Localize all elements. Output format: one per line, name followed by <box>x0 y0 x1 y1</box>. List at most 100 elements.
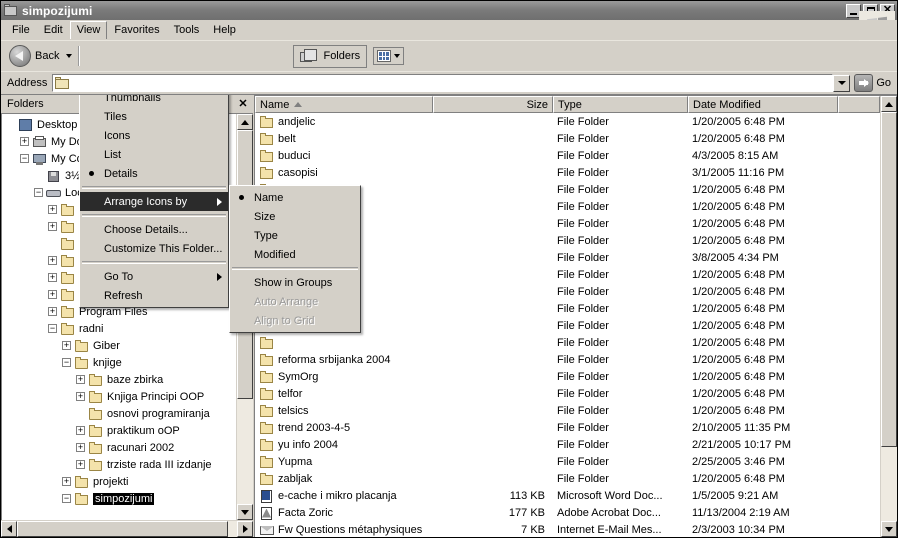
file-name-cell[interactable]: buduci <box>255 149 433 163</box>
address-input[interactable] <box>52 74 834 92</box>
tree-scroll-left-button[interactable] <box>1 521 17 537</box>
table-row[interactable]: buduci File Folder 4/3/2005 8:15 AM <box>255 147 880 164</box>
menu-item-list[interactable]: List <box>80 145 228 164</box>
tree-scroll-down-button[interactable] <box>237 504 253 520</box>
file-name-cell[interactable]: andjelic <box>255 115 433 129</box>
file-name-cell[interactable]: SymOrg <box>255 370 433 384</box>
tree-item[interactable]: osnovi programiranja <box>6 405 236 422</box>
expand-icon[interactable]: + <box>48 256 57 265</box>
list-scroll-down-button[interactable] <box>881 521 897 537</box>
tree-item[interactable]: − knjige <box>6 354 236 371</box>
collapse-icon[interactable]: − <box>62 358 71 367</box>
expand-icon[interactable]: + <box>62 477 71 486</box>
list-scroll-track[interactable] <box>881 112 897 521</box>
menu-item-thumbnails[interactable]: Thumbnails <box>80 95 228 107</box>
address-dropdown-button[interactable] <box>833 74 851 92</box>
go-button[interactable]: Go <box>852 74 897 92</box>
table-row[interactable]: File Folder 1/20/2005 6:48 PM <box>255 334 880 351</box>
collapse-icon[interactable]: − <box>20 154 29 163</box>
menu-tools[interactable]: Tools <box>167 21 207 39</box>
tree-item[interactable]: + praktikum oOP <box>6 422 236 439</box>
arrange-icons-submenu[interactable]: Name Size Type Modified Show in Groups Auto A… <box>229 185 361 333</box>
expand-icon[interactable]: + <box>76 443 85 452</box>
table-row[interactable]: zabljak File Folder 1/20/2005 6:48 PM <box>255 470 880 487</box>
table-row[interactable]: Facta Zoric 177 KB Adobe Acrobat Doc... 11/… <box>255 504 880 521</box>
table-row[interactable]: telfor File Folder 1/20/2005 6:48 PM <box>255 385 880 402</box>
tree-item[interactable]: − simpozijumi <box>6 490 236 507</box>
menu-item-icons[interactable]: Icons <box>80 126 228 145</box>
tree-item[interactable]: + baze zbirka <box>6 371 236 388</box>
menu-item-type[interactable]: Type <box>230 226 360 245</box>
expand-icon[interactable]: + <box>48 273 57 282</box>
table-row[interactable]: telsics File Folder 1/20/2005 6:48 PM <box>255 402 880 419</box>
expand-icon[interactable]: + <box>48 222 57 231</box>
collapse-icon[interactable]: − <box>48 324 57 333</box>
views-button[interactable] <box>373 47 405 65</box>
menu-item-refresh[interactable]: Refresh <box>80 286 228 305</box>
expand-icon[interactable]: + <box>76 460 85 469</box>
view-menu[interactable]: ToolbarsStatus BarExplorer BarThumbnails… <box>79 95 229 308</box>
table-row[interactable]: belt File Folder 1/20/2005 6:48 PM <box>255 130 880 147</box>
tree-item[interactable]: + trziste rada III izdanje <box>6 456 236 473</box>
menu-edit[interactable]: Edit <box>37 21 70 39</box>
menu-item-go-to[interactable]: Go To <box>80 267 228 286</box>
file-name-cell[interactable] <box>255 336 433 350</box>
menu-item-modified[interactable]: Modified <box>230 245 360 264</box>
column-header-type[interactable]: Type <box>553 96 688 113</box>
table-row[interactable]: trend 2003-4-5 File Folder 2/10/2005 11:35… <box>255 419 880 436</box>
expand-icon[interactable]: + <box>48 290 57 299</box>
tree-horizontal-scrollbar[interactable] <box>1 520 253 537</box>
column-header-name[interactable]: Name <box>255 96 433 113</box>
menu-view[interactable]: View <box>69 21 108 39</box>
menu-favorites[interactable]: Favorites <box>107 21 166 39</box>
menu-item-show-in-groups[interactable]: Show in Groups <box>230 273 360 292</box>
table-row[interactable]: reforma srbijanka 2004 File Folder 1/20/20… <box>255 351 880 368</box>
table-row[interactable]: yu info 2004 File Folder 2/21/2005 10:17 P… <box>255 436 880 453</box>
menu-item-size[interactable]: Size <box>230 207 360 226</box>
expand-icon[interactable]: + <box>76 426 85 435</box>
close-folders-pane-button[interactable]: ✕ <box>235 96 251 111</box>
expand-icon[interactable]: + <box>62 341 71 350</box>
column-header-blank[interactable] <box>838 96 880 113</box>
menu-item-choose-details[interactable]: Choose Details... <box>80 220 228 239</box>
file-name-cell[interactable]: telsics <box>255 404 433 418</box>
tree-scroll-right-button[interactable] <box>237 521 253 537</box>
table-row[interactable]: SymOrg File Folder 1/20/2005 6:48 PM <box>255 368 880 385</box>
table-row[interactable]: Yupma File Folder 2/25/2005 3:46 PM <box>255 453 880 470</box>
file-name-cell[interactable]: casopisi <box>255 166 433 180</box>
file-name-cell[interactable]: e-cache i mikro placanja <box>255 489 433 503</box>
tree-scroll-up-button[interactable] <box>237 114 253 130</box>
menu-file[interactable]: File <box>5 21 37 39</box>
menu-item-arrange-icons-by[interactable]: Arrange Icons by <box>80 192 228 211</box>
expand-icon[interactable]: + <box>48 205 57 214</box>
file-name-cell[interactable]: Facta Zoric <box>255 506 433 520</box>
file-name-cell[interactable]: telfor <box>255 387 433 401</box>
chevron-down-icon[interactable] <box>66 54 73 58</box>
expand-icon[interactable]: + <box>76 392 85 401</box>
file-name-cell[interactable]: Fw Questions métaphysiques <box>255 523 433 537</box>
tree-item[interactable]: + Giber <box>6 337 236 354</box>
tree-hscroll-track[interactable] <box>17 521 237 537</box>
expand-icon[interactable]: + <box>48 307 57 316</box>
menu-item-details[interactable]: Details <box>80 164 228 183</box>
tree-item[interactable]: + projekti <box>6 473 236 490</box>
table-row[interactable]: Fw Questions métaphysiques 7 KB Internet E… <box>255 521 880 537</box>
column-header-size[interactable]: Size <box>433 96 553 113</box>
file-name-cell[interactable]: zabljak <box>255 472 433 486</box>
tree-item[interactable]: − radni <box>6 320 236 337</box>
tree-item[interactable]: + Knjiga Principi OOP <box>6 388 236 405</box>
menu-help[interactable]: Help <box>206 21 243 39</box>
table-row[interactable]: andjelic File Folder 1/20/2005 6:48 PM <box>255 113 880 130</box>
list-scroll-up-button[interactable] <box>881 96 897 112</box>
menu-item-tiles[interactable]: Tiles <box>80 107 228 126</box>
column-header-date-modified[interactable]: Date Modified <box>688 96 838 113</box>
back-button[interactable]: Back <box>5 43 74 69</box>
list-vertical-scrollbar[interactable] <box>880 96 897 537</box>
folders-button[interactable]: Folders <box>293 44 368 68</box>
file-name-cell[interactable]: yu info 2004 <box>255 438 433 452</box>
expand-icon[interactable]: + <box>76 375 85 384</box>
table-row[interactable]: casopisi File Folder 3/1/2005 11:16 PM <box>255 164 880 181</box>
file-name-cell[interactable]: Yupma <box>255 455 433 469</box>
menu-item-customize-this-folder[interactable]: Customize This Folder... <box>80 239 228 258</box>
expand-icon[interactable]: + <box>20 137 29 146</box>
